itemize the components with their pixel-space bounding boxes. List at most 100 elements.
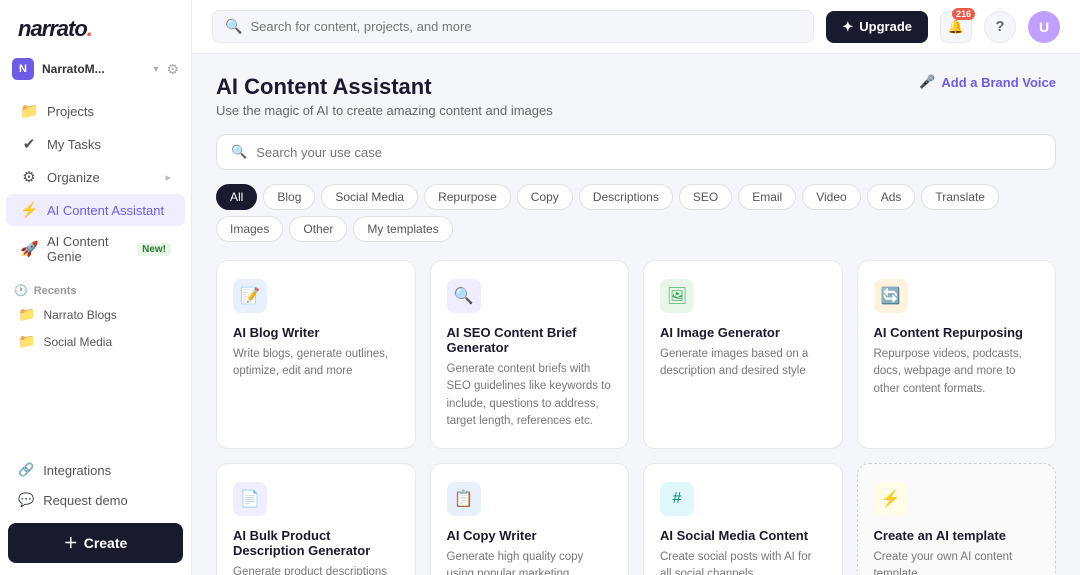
filter-tab-seo[interactable]: SEO bbox=[679, 184, 732, 210]
sidebar-bottom: 🔗 Integrations 💬 Request demo ＋ Create bbox=[0, 455, 191, 563]
sidebar-item-ai-content-genie[interactable]: 🚀 AI Content Genie New! bbox=[6, 227, 185, 271]
upgrade-label: Upgrade bbox=[859, 19, 912, 34]
notification-button[interactable]: 🔔 216 bbox=[940, 11, 972, 43]
filter-tab-repurpose[interactable]: Repurpose bbox=[424, 184, 511, 210]
card-icon-wrap: 📋 bbox=[447, 482, 481, 516]
chat-icon: 💬 bbox=[18, 492, 34, 508]
filter-tabs: All Blog Social Media Repurpose Copy Des… bbox=[216, 184, 1056, 242]
clock-icon: 🕐 bbox=[14, 284, 28, 297]
recents-section: 🕐 Recents 📁 Narrato Blogs 📁 Social Media bbox=[0, 276, 191, 359]
card-title: AI SEO Content Brief Generator bbox=[447, 325, 613, 355]
sidebar-item-label: My Tasks bbox=[47, 137, 101, 152]
sidebar-item-integrations[interactable]: 🔗 Integrations bbox=[8, 455, 183, 485]
filter-tab-my-templates[interactable]: My templates bbox=[353, 216, 452, 242]
logo-text: narrato. bbox=[18, 16, 92, 42]
microphone-icon: 🎤 bbox=[919, 74, 935, 90]
brand-voice-button[interactable]: 🎤 Add a Brand Voice bbox=[919, 74, 1056, 90]
sidebar-item-request-demo[interactable]: 💬 Request demo bbox=[8, 485, 183, 515]
brand-voice-label: Add a Brand Voice bbox=[941, 75, 1056, 90]
help-button[interactable]: ? bbox=[984, 11, 1016, 43]
sidebar-item-projects[interactable]: 📁 Projects bbox=[6, 95, 185, 127]
card-desc: Write blogs, generate outlines, optimize… bbox=[233, 346, 399, 381]
page-subtitle: Use the magic of AI to create amazing co… bbox=[216, 103, 553, 118]
topbar: 🔍 ✦ Upgrade 🔔 216 ? U bbox=[192, 0, 1080, 54]
card-icon-wrap: 📄 bbox=[233, 482, 267, 516]
card-icon-wrap: 🖼 bbox=[660, 279, 694, 313]
template-create-icon: ⚡ bbox=[881, 489, 901, 509]
sidebar-item-my-tasks[interactable]: ✔ My Tasks bbox=[6, 128, 185, 160]
topbar-search-input[interactable] bbox=[250, 19, 801, 34]
workspace-chevron-icon: ▾ bbox=[153, 64, 158, 75]
card-icon-wrap: 🔄 bbox=[874, 279, 908, 313]
recent-item-narrato-blogs[interactable]: 📁 Narrato Blogs bbox=[14, 301, 177, 328]
upgrade-button[interactable]: ✦ Upgrade bbox=[826, 11, 928, 43]
chevron-right-icon: ▸ bbox=[165, 171, 171, 184]
user-avatar[interactable]: U bbox=[1028, 11, 1060, 43]
card-create-ai-template[interactable]: ⚡ Create an AI template Create your own … bbox=[857, 463, 1057, 575]
card-ai-image-generator[interactable]: 🖼 AI Image Generator Generate images bas… bbox=[643, 260, 843, 449]
recent-item-label: Narrato Blogs bbox=[43, 308, 116, 322]
page-header: AI Content Assistant Use the magic of AI… bbox=[216, 74, 1056, 118]
social-media-icon: # bbox=[673, 490, 682, 508]
card-title: AI Bulk Product Description Generator bbox=[233, 528, 399, 558]
card-ai-content-repurposing[interactable]: 🔄 AI Content Repurposing Repurpose video… bbox=[857, 260, 1057, 449]
topbar-search-box[interactable]: 🔍 bbox=[212, 10, 814, 43]
filter-tab-other[interactable]: Other bbox=[289, 216, 347, 242]
card-icon-wrap: 📝 bbox=[233, 279, 267, 313]
create-button[interactable]: ＋ Create bbox=[8, 523, 183, 563]
content-search-box[interactable]: 🔍 bbox=[216, 134, 1056, 170]
create-label: Create bbox=[84, 535, 128, 551]
sidebar-item-label: AI Content Assistant bbox=[47, 203, 164, 218]
sidebar-nav: 📁 Projects ✔ My Tasks ⚙ Organize ▸ ⚡ AI … bbox=[0, 90, 191, 276]
plus-icon: ＋ bbox=[64, 533, 78, 553]
workspace-row[interactable]: N NarratoM... ▾ ⚙ bbox=[0, 54, 191, 90]
card-desc: Create your own AI content template. bbox=[874, 549, 1040, 575]
content-search-input[interactable] bbox=[256, 145, 1041, 160]
card-desc: Generate content briefs with SEO guideli… bbox=[447, 361, 613, 430]
workspace-settings-icon[interactable]: ⚙ bbox=[166, 61, 179, 78]
seo-brief-icon: 🔍 bbox=[454, 286, 474, 306]
card-ai-social-media[interactable]: # AI Social Media Content Create social … bbox=[643, 463, 843, 575]
star-icon: ✦ bbox=[842, 19, 853, 35]
card-icon-wrap: 🔍 bbox=[447, 279, 481, 313]
card-title: AI Social Media Content bbox=[660, 528, 826, 543]
card-desc: Repurpose videos, podcasts, docs, webpag… bbox=[874, 346, 1040, 398]
recents-label: 🕐 Recents bbox=[14, 284, 177, 297]
main-area: 🔍 ✦ Upgrade 🔔 216 ? U AI Content Assista… bbox=[192, 0, 1080, 575]
filter-tab-video[interactable]: Video bbox=[802, 184, 860, 210]
help-icon: ? bbox=[995, 18, 1004, 35]
filter-tab-email[interactable]: Email bbox=[738, 184, 796, 210]
filter-tab-descriptions[interactable]: Descriptions bbox=[579, 184, 673, 210]
card-ai-seo-brief[interactable]: 🔍 AI SEO Content Brief Generator Generat… bbox=[430, 260, 630, 449]
filter-tab-ads[interactable]: Ads bbox=[867, 184, 916, 210]
card-desc: Create social posts with AI for all soci… bbox=[660, 549, 826, 575]
search-icon: 🔍 bbox=[225, 18, 242, 35]
bell-icon: 🔔 bbox=[948, 19, 964, 35]
sidebar: narrato. N NarratoM... ▾ ⚙ 📁 Projects ✔ … bbox=[0, 0, 192, 575]
card-ai-copy-writer[interactable]: 📋 AI Copy Writer Generate high quality c… bbox=[430, 463, 630, 575]
filter-tab-social-media[interactable]: Social Media bbox=[321, 184, 418, 210]
card-ai-bulk-product[interactable]: 📄 AI Bulk Product Description Generator … bbox=[216, 463, 416, 575]
card-ai-blog-writer[interactable]: 📝 AI Blog Writer Write blogs, generate o… bbox=[216, 260, 416, 449]
filter-tab-images[interactable]: Images bbox=[216, 216, 283, 242]
card-desc: Generate images based on a description a… bbox=[660, 346, 826, 381]
tasks-icon: ✔ bbox=[20, 135, 38, 153]
sidebar-item-label: Organize bbox=[47, 170, 100, 185]
blog-writer-icon: 📝 bbox=[240, 286, 260, 306]
recent-item-label: Social Media bbox=[43, 335, 112, 349]
filter-tab-translate[interactable]: Translate bbox=[921, 184, 999, 210]
workspace-name: NarratoM... bbox=[42, 62, 145, 76]
lightning-icon: ⚡ bbox=[20, 201, 38, 219]
filter-tab-all[interactable]: All bbox=[216, 184, 257, 210]
card-desc: Generate high quality copy using popular… bbox=[447, 549, 613, 575]
search-icon: 🔍 bbox=[231, 144, 247, 160]
sidebar-item-ai-content-assistant[interactable]: ⚡ AI Content Assistant bbox=[6, 194, 185, 226]
filter-tab-copy[interactable]: Copy bbox=[517, 184, 573, 210]
new-badge: New! bbox=[137, 243, 171, 256]
sidebar-item-organize[interactable]: ⚙ Organize ▸ bbox=[6, 161, 185, 193]
card-title: AI Content Repurposing bbox=[874, 325, 1040, 340]
card-desc: Generate product descriptions of up to 1… bbox=[233, 564, 399, 575]
filter-tab-blog[interactable]: Blog bbox=[263, 184, 315, 210]
recent-item-social-media[interactable]: 📁 Social Media bbox=[14, 328, 177, 355]
request-demo-label: Request demo bbox=[43, 493, 128, 508]
